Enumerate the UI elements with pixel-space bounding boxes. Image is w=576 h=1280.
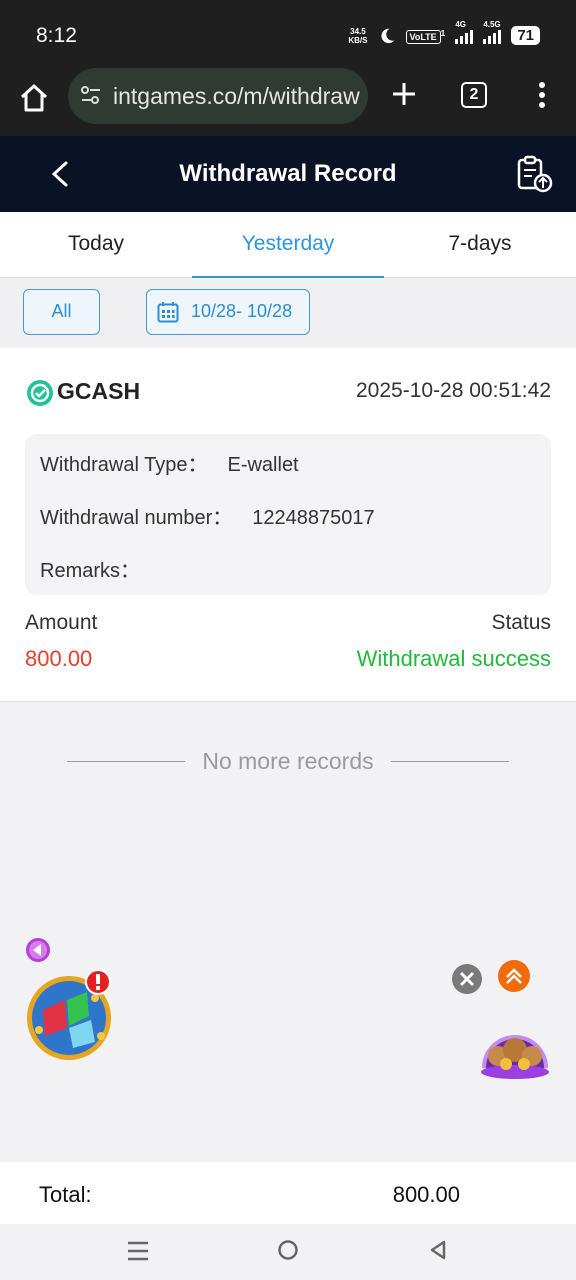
network-speed-value: 34.5 xyxy=(350,26,366,36)
home-icon[interactable] xyxy=(18,82,50,114)
divider-left xyxy=(67,761,185,762)
network-speed: 34.5 KB/S xyxy=(348,27,367,45)
total-value: 800.00 xyxy=(392,1182,460,1207)
end-of-list: No more records xyxy=(0,746,576,776)
total-bar: Total: 800.00 xyxy=(0,1162,576,1224)
withdrawal-type-value: E-wallet xyxy=(227,454,299,476)
signal-1: 4G xyxy=(455,20,474,44)
withdrawal-number-value: 12248875017 xyxy=(252,507,375,529)
signal-2: 4.5G xyxy=(483,20,502,44)
amount-value: 800.00 xyxy=(25,646,93,671)
network-type-1: 4G xyxy=(455,19,466,29)
volte-badge: VoLTE xyxy=(405,30,441,45)
home-nav-icon[interactable] xyxy=(277,1239,299,1261)
withdrawal-type-row: Withdrawal Type： E-wallet xyxy=(40,448,299,477)
filter-row: All 10/28- 10/28 xyxy=(0,278,576,348)
network-speed-unit: KB/S xyxy=(348,35,368,45)
tab-switcher-button[interactable]: 2 xyxy=(461,82,487,108)
date-range-text: 10/28- 10/28 xyxy=(191,301,293,321)
volte-indicator: VoLTE 1 xyxy=(405,27,446,45)
no-more-records-text: No more records xyxy=(202,748,374,774)
status-icons: 34.5 KB/S VoLTE 1 4G 4.5G 71 xyxy=(348,20,540,45)
status-label: Status xyxy=(491,611,551,634)
page-title: Withdrawal Record xyxy=(179,160,397,187)
withdrawal-type-label: Withdrawal Type： xyxy=(40,454,208,476)
divider-right xyxy=(391,761,509,762)
site-settings-icon[interactable] xyxy=(80,84,102,106)
signal-bars-icon xyxy=(455,28,474,44)
close-icon[interactable] xyxy=(452,964,482,994)
more-options-icon[interactable] xyxy=(532,80,552,110)
total-label: Total: xyxy=(39,1182,92,1207)
record-details: Withdrawal Type： E-wallet Withdrawal numb… xyxy=(25,434,551,595)
scroll-top-icon[interactable] xyxy=(498,960,530,992)
url-text: intgames.co/m/withdraw xyxy=(113,83,360,109)
system-status-bar: 8:12 34.5 KB/S VoLTE 1 4G 4.5G 71 xyxy=(0,0,576,68)
clock: 8:12 xyxy=(36,24,77,47)
date-tabs: Today Yesterday 7-days xyxy=(0,212,576,279)
gcash-logo-icon xyxy=(27,380,53,406)
calendar-icon xyxy=(157,302,179,323)
tab-yesterday[interactable]: Yesterday xyxy=(192,212,384,279)
withdrawal-number-label: Withdrawal number： xyxy=(40,507,233,529)
filter-all-button[interactable]: All xyxy=(23,289,100,335)
remarks-row: Remarks： xyxy=(40,554,160,583)
game-promo-icon[interactable] xyxy=(25,970,117,1062)
new-tab-icon[interactable] xyxy=(390,80,418,108)
collapse-left-icon[interactable] xyxy=(25,937,51,963)
battery-icon: 71 xyxy=(511,26,540,45)
withdrawal-record-card[interactable]: GCASH 2025-10-28 00:51:42 Withdrawal Typ… xyxy=(0,348,576,702)
system-navigation-bar xyxy=(0,1224,576,1280)
network-type-2: 4.5G xyxy=(483,19,501,29)
withdrawal-number-row: Withdrawal number： 12248875017 xyxy=(40,501,375,530)
recent-apps-icon[interactable] xyxy=(126,1240,150,1262)
back-nav-icon[interactable] xyxy=(428,1239,448,1261)
tab-today[interactable]: Today xyxy=(0,212,192,278)
record-datetime: 2025-10-28 00:51:42 xyxy=(356,379,551,402)
date-range-picker[interactable]: 10/28- 10/28 xyxy=(146,289,310,335)
status-value: Withdrawal success xyxy=(356,646,551,671)
tab-7-days[interactable]: 7-days xyxy=(384,212,576,278)
moon-icon xyxy=(380,28,394,43)
signal-bars-icon xyxy=(483,28,502,44)
remarks-label: Remarks： xyxy=(40,560,141,582)
browser-toolbar: intgames.co/m/withdraw 2 xyxy=(0,68,576,136)
volte-sim: 1 xyxy=(440,27,446,38)
amount-label: Amount xyxy=(25,611,98,634)
page-header: Withdrawal Record xyxy=(0,136,576,212)
clipboard-upload-icon[interactable] xyxy=(514,154,554,194)
treasure-promo-icon[interactable] xyxy=(478,1014,552,1080)
address-bar[interactable]: intgames.co/m/withdraw xyxy=(68,68,368,124)
payment-method-name: GCASH xyxy=(57,378,141,404)
